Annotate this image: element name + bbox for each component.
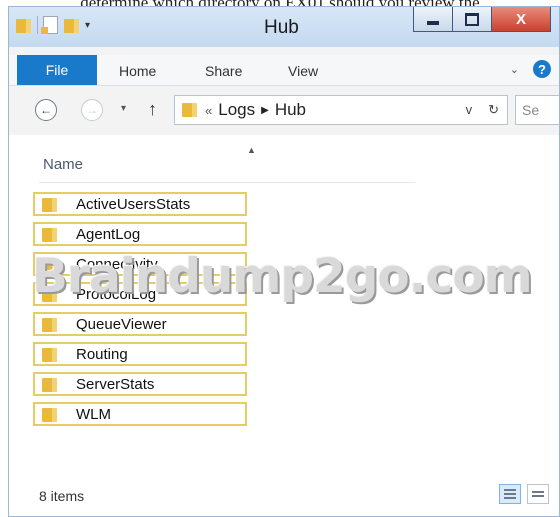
folder-name: Connectivity: [76, 256, 158, 273]
address-controls: v ↻: [466, 102, 499, 118]
customize-toolbar-icon[interactable]: ▾: [85, 20, 90, 31]
folder-name: WLM: [76, 406, 111, 423]
details-view-icon[interactable]: [499, 484, 521, 504]
breadcrumb-hub[interactable]: Hub: [275, 100, 306, 120]
tab-share[interactable]: Share: [205, 63, 242, 79]
minimize-button[interactable]: [413, 7, 453, 32]
forward-button[interactable]: →: [81, 99, 103, 121]
folder-icon: [41, 406, 58, 423]
folder-icon[interactable]: [15, 17, 32, 34]
folder-name: AgentLog: [76, 226, 141, 243]
new-folder-icon[interactable]: [63, 17, 80, 34]
list-item[interactable]: WLM: [33, 402, 247, 426]
list-item[interactable]: ActiveUsersStats: [33, 192, 247, 216]
list-item[interactable]: Routing: [33, 342, 247, 366]
folder-icon: [41, 256, 58, 273]
breadcrumb-overflow[interactable]: «: [205, 103, 212, 118]
breadcrumb-logs[interactable]: Logs: [218, 100, 255, 120]
list-item[interactable]: QueueViewer: [33, 312, 247, 336]
search-input[interactable]: Se: [515, 95, 559, 125]
folder-name: ServerStats: [76, 376, 155, 393]
breadcrumb: « Logs ▶ Hub: [205, 100, 306, 120]
address-dropdown-icon[interactable]: v: [466, 102, 473, 118]
folder-name: ActiveUsersStats: [76, 196, 191, 213]
maximize-icon: [465, 12, 479, 26]
navigation-bar: ← → ▾ ↑ « Logs ▶ Hub v ↻ Se: [9, 93, 559, 129]
recent-locations-icon[interactable]: ▾: [121, 103, 126, 114]
status-bar: 8 items: [9, 476, 559, 516]
refresh-icon[interactable]: ↻: [488, 102, 499, 118]
view-switcher: [499, 484, 549, 504]
title-bar: ▾ Hub X: [9, 7, 559, 47]
list-item[interactable]: ServerStats: [33, 372, 247, 396]
up-button[interactable]: ↑: [148, 99, 157, 120]
tab-home[interactable]: Home: [119, 63, 156, 79]
help-icon[interactable]: ?: [533, 60, 551, 78]
folder-icon: [181, 101, 198, 118]
list-item[interactable]: Connectivity: [33, 252, 247, 276]
maximize-button[interactable]: [452, 7, 492, 32]
minimize-icon: [427, 21, 439, 25]
item-count: 8 items: [39, 488, 85, 504]
close-button[interactable]: X: [491, 7, 551, 32]
address-bar[interactable]: « Logs ▶ Hub v ↻: [174, 95, 508, 125]
list-item[interactable]: ProtocolLog: [33, 282, 247, 306]
quick-access-toolbar: ▾: [15, 16, 90, 34]
ribbon-controls: ⌄ ?: [510, 60, 551, 78]
folder-name: Routing: [76, 346, 128, 363]
folder-name: ProtocolLog: [76, 286, 157, 303]
properties-icon[interactable]: [41, 16, 58, 34]
sort-ascending-icon: ▲: [247, 145, 256, 155]
back-button[interactable]: ←: [35, 99, 57, 121]
large-icons-view-icon[interactable]: [527, 484, 549, 504]
toolbar-separator: [37, 16, 38, 34]
list-item[interactable]: AgentLog: [33, 222, 247, 246]
chevron-down-icon[interactable]: ⌄: [510, 63, 519, 76]
folder-icon: [41, 376, 58, 393]
ribbon-tabs: File Home Share View ⌄ ?: [9, 55, 559, 86]
tab-file[interactable]: File: [17, 55, 97, 85]
file-explorer-window: ▾ Hub X File Home Share View ⌄ ? ← → ▾ ↑…: [8, 6, 560, 517]
tab-view[interactable]: View: [288, 63, 318, 79]
column-header-label: Name: [43, 156, 84, 173]
breadcrumb-separator-icon[interactable]: ▶: [261, 105, 269, 116]
folder-icon: [41, 316, 58, 333]
file-list-pane: Name ▲ ActiveUsersStats AgentLog Connect…: [9, 135, 559, 516]
folder-list: ActiveUsersStats AgentLog Connectivity P…: [33, 192, 247, 432]
folder-icon: [41, 226, 58, 243]
folder-icon: [41, 196, 58, 213]
window-controls: X: [413, 7, 551, 32]
name-column-header[interactable]: Name ▲: [39, 145, 415, 183]
window-title: Hub: [264, 17, 299, 38]
folder-name: QueueViewer: [76, 316, 167, 333]
folder-icon: [41, 346, 58, 363]
folder-icon: [41, 286, 58, 303]
